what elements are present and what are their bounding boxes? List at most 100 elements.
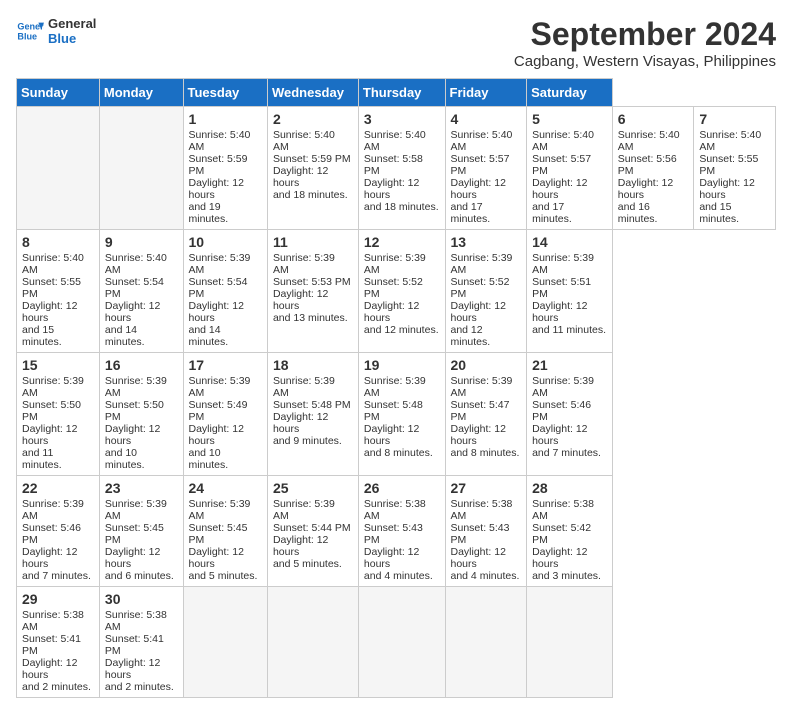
logo-line1: General xyxy=(48,16,96,31)
day-number: 25 xyxy=(273,480,353,496)
day-info-line: Daylight: 12 hours xyxy=(189,177,262,201)
day-info-line: Sunset: 5:56 PM xyxy=(618,153,689,177)
day-info-line: Daylight: 12 hours xyxy=(451,546,522,570)
day-info-line: Sunrise: 5:38 AM xyxy=(532,498,607,522)
calendar-week-2: 15Sunrise: 5:39 AMSunset: 5:50 PMDayligh… xyxy=(17,353,776,476)
day-info-line: Sunrise: 5:39 AM xyxy=(273,252,353,276)
calendar-cell: 3Sunrise: 5:40 AMSunset: 5:58 PMDaylight… xyxy=(358,107,445,230)
calendar-cell: 5Sunrise: 5:40 AMSunset: 5:57 PMDaylight… xyxy=(527,107,613,230)
day-info-line: Sunset: 5:48 PM xyxy=(273,399,353,411)
calendar-cell: 13Sunrise: 5:39 AMSunset: 5:52 PMDayligh… xyxy=(445,230,527,353)
calendar-cell: 6Sunrise: 5:40 AMSunset: 5:56 PMDaylight… xyxy=(612,107,694,230)
day-info-line: Sunrise: 5:39 AM xyxy=(189,252,262,276)
calendar-cell xyxy=(527,587,613,698)
day-info-line: Sunset: 5:57 PM xyxy=(451,153,522,177)
day-info-line: Daylight: 12 hours xyxy=(451,300,522,324)
day-info-line: Sunset: 5:57 PM xyxy=(532,153,607,177)
day-info-line: Daylight: 12 hours xyxy=(273,411,353,435)
calendar-cell xyxy=(17,107,100,230)
calendar-cell xyxy=(445,587,527,698)
logo-icon: General Blue xyxy=(16,17,44,45)
calendar-week-1: 8Sunrise: 5:40 AMSunset: 5:55 PMDaylight… xyxy=(17,230,776,353)
day-number: 24 xyxy=(189,480,262,496)
day-number: 21 xyxy=(532,357,607,373)
calendar-cell: 14Sunrise: 5:39 AMSunset: 5:51 PMDayligh… xyxy=(527,230,613,353)
calendar-cell: 27Sunrise: 5:38 AMSunset: 5:43 PMDayligh… xyxy=(445,476,527,587)
day-info-line: and 12 minutes. xyxy=(451,324,522,348)
day-info-line: Sunrise: 5:39 AM xyxy=(105,498,178,522)
day-info-line: Sunset: 5:52 PM xyxy=(364,276,440,300)
day-info-line: and 7 minutes. xyxy=(532,447,607,459)
day-number: 12 xyxy=(364,234,440,250)
day-info-line: Sunrise: 5:39 AM xyxy=(22,375,94,399)
day-number: 10 xyxy=(189,234,262,250)
day-info-line: Sunset: 5:45 PM xyxy=(105,522,178,546)
calendar-cell: 12Sunrise: 5:39 AMSunset: 5:52 PMDayligh… xyxy=(358,230,445,353)
day-number: 6 xyxy=(618,111,689,127)
day-info-line: Sunrise: 5:39 AM xyxy=(105,375,178,399)
day-info-line: and 15 minutes. xyxy=(699,201,770,225)
day-info-line: Daylight: 12 hours xyxy=(189,546,262,570)
day-info-line: and 13 minutes. xyxy=(273,312,353,324)
day-number: 16 xyxy=(105,357,178,373)
calendar-cell xyxy=(358,587,445,698)
day-info-line: Sunset: 5:53 PM xyxy=(273,276,353,288)
day-info-line: Sunset: 5:44 PM xyxy=(273,522,353,534)
day-number: 11 xyxy=(273,234,353,250)
day-info-line: Sunrise: 5:39 AM xyxy=(273,498,353,522)
day-info-line: Daylight: 12 hours xyxy=(451,423,522,447)
day-info-line: Sunset: 5:52 PM xyxy=(451,276,522,300)
calendar-week-4: 29Sunrise: 5:38 AMSunset: 5:41 PMDayligh… xyxy=(17,587,776,698)
page-subtitle: Cagbang, Western Visayas, Philippines xyxy=(514,53,776,70)
day-info-line: Sunset: 5:51 PM xyxy=(532,276,607,300)
day-info-line: Daylight: 12 hours xyxy=(22,300,94,324)
svg-text:Blue: Blue xyxy=(17,31,37,41)
day-info-line: Sunset: 5:55 PM xyxy=(22,276,94,300)
day-info-line: and 3 minutes. xyxy=(532,570,607,582)
day-info-line: Sunset: 5:47 PM xyxy=(451,399,522,423)
page-title: September 2024 xyxy=(514,16,776,53)
day-info-line: Sunrise: 5:39 AM xyxy=(189,498,262,522)
day-number: 19 xyxy=(364,357,440,373)
day-number: 18 xyxy=(273,357,353,373)
day-info-line: Daylight: 12 hours xyxy=(532,546,607,570)
day-info-line: Sunrise: 5:39 AM xyxy=(451,252,522,276)
day-info-line: Sunset: 5:55 PM xyxy=(699,153,770,177)
day-number: 4 xyxy=(451,111,522,127)
day-info-line: Sunset: 5:41 PM xyxy=(22,633,94,657)
day-info-line: Sunrise: 5:40 AM xyxy=(364,129,440,153)
day-info-line: Daylight: 12 hours xyxy=(532,177,607,201)
day-number: 15 xyxy=(22,357,94,373)
day-info-line: Sunset: 5:41 PM xyxy=(105,633,178,657)
calendar-cell: 24 Sunrise: 5:39 AMSunset: 5:45 PMDayligh… xyxy=(183,476,267,587)
day-info-line: Sunset: 5:48 PM xyxy=(364,399,440,423)
day-info-line: Daylight: 12 hours xyxy=(618,177,689,201)
day-info-line: Sunset: 5:54 PM xyxy=(105,276,178,300)
day-info-line: Sunrise: 5:40 AM xyxy=(699,129,770,153)
col-wednesday: Wednesday xyxy=(267,79,358,107)
day-info-line: Daylight: 12 hours xyxy=(273,534,353,558)
day-info-line: Sunset: 5:42 PM xyxy=(532,522,607,546)
calendar-cell: 25 Sunrise: 5:39 AMSunset: 5:44 PMDayligh… xyxy=(267,476,358,587)
day-info-line: Sunset: 5:45 PM xyxy=(189,522,262,546)
day-info-line: and 11 minutes. xyxy=(22,447,94,471)
day-number: 22 xyxy=(22,480,94,496)
day-number: 14 xyxy=(532,234,607,250)
day-number: 2 xyxy=(273,111,353,127)
day-number: 9 xyxy=(105,234,178,250)
day-info-line: Daylight: 12 hours xyxy=(105,657,178,681)
calendar-cell xyxy=(183,587,267,698)
calendar-cell: 23Sunrise: 5:39 AMSunset: 5:45 PMDayligh… xyxy=(99,476,183,587)
day-info-line: Sunrise: 5:38 AM xyxy=(22,609,94,633)
day-info-line: and 11 minutes. xyxy=(532,324,607,336)
day-info-line: Sunset: 5:59 PM xyxy=(273,153,353,165)
calendar-cell: 20Sunrise: 5:39 AMSunset: 5:47 PMDayligh… xyxy=(445,353,527,476)
day-info-line: Sunrise: 5:39 AM xyxy=(189,375,262,399)
calendar-cell: 18Sunrise: 5:39 AMSunset: 5:48 PMDayligh… xyxy=(267,353,358,476)
day-info-line: and 2 minutes. xyxy=(22,681,94,693)
page-header: General Blue General Blue September 2024… xyxy=(16,16,776,70)
day-info-line: and 14 minutes. xyxy=(105,324,178,348)
day-info-line: and 18 minutes. xyxy=(273,189,353,201)
calendar-cell: 21Sunrise: 5:39 AMSunset: 5:46 PMDayligh… xyxy=(527,353,613,476)
day-info-line: and 14 minutes. xyxy=(189,324,262,348)
